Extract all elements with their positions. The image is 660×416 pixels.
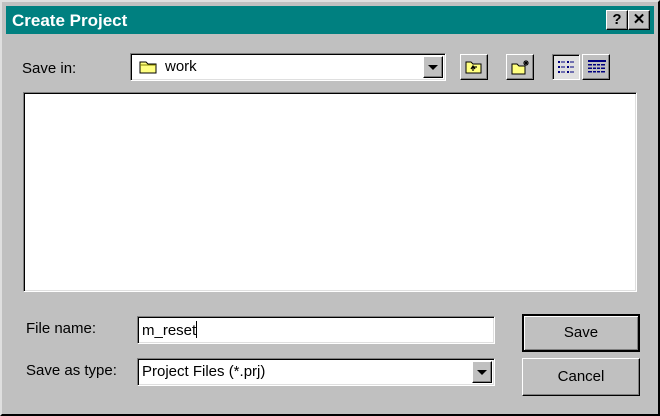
file-list[interactable] [23, 92, 637, 292]
chevron-down-icon [428, 65, 438, 70]
file-name-label: File name: [26, 320, 97, 337]
file-name-input[interactable]: m_reset [137, 316, 495, 344]
save-as-type-combobox[interactable]: Project Files (*.prj) [137, 358, 495, 386]
file-name-value: m_reset [142, 322, 197, 339]
save-as-type-value: Project Files (*.prj) [142, 363, 266, 380]
details-view-icon [588, 60, 606, 79]
save-as-type-label: Save as type: [26, 362, 117, 379]
chevron-down-icon [477, 370, 487, 375]
dialog-title: Create Project [12, 11, 128, 30]
save-button[interactable]: Save [522, 314, 640, 352]
cancel-button-label: Cancel [557, 368, 605, 385]
title-bar[interactable]: Create Project ? ✕ [6, 6, 654, 34]
folder-icon [139, 59, 159, 80]
details-view-button[interactable] [582, 54, 610, 80]
file-name-value-wrap: m_reset [142, 321, 198, 339]
cancel-button[interactable]: Cancel [522, 358, 640, 396]
save-in-combobox[interactable]: work [130, 53, 446, 81]
new-folder-button[interactable] [506, 54, 534, 80]
list-view-icon [558, 60, 576, 79]
save-in-label: Save in: [22, 60, 77, 77]
save-in-value: work [165, 58, 197, 75]
save-button-label: Save [563, 324, 599, 341]
save-as-type-dropdown-button[interactable] [472, 361, 492, 383]
text-caret [196, 321, 198, 338]
create-project-dialog: Create Project ? ✕ Save in: work File na… [0, 0, 660, 416]
up-one-level-button[interactable] [460, 54, 488, 80]
new-folder-icon [511, 59, 531, 80]
help-button[interactable]: ? [606, 10, 628, 30]
list-view-button[interactable] [552, 54, 580, 80]
save-in-dropdown-button[interactable] [423, 56, 443, 78]
up-folder-icon [465, 59, 483, 80]
close-button[interactable]: ✕ [628, 10, 650, 30]
